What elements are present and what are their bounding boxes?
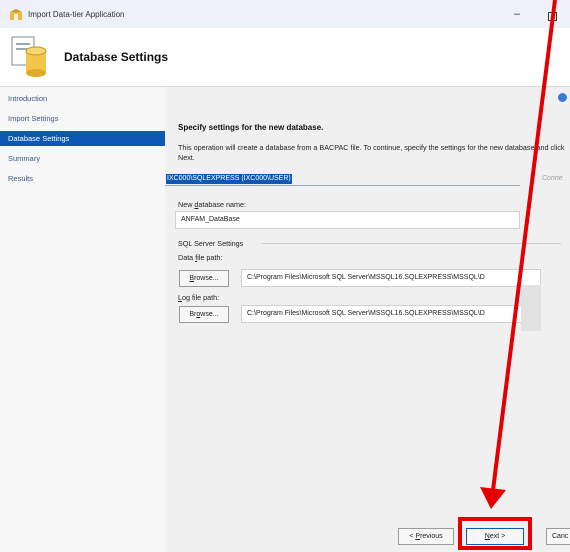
sidebar-item-results[interactable]: Results xyxy=(0,171,165,186)
log-file-path-input[interactable]: C:\Program Files\Microsoft SQL Server\MS… xyxy=(241,305,541,323)
data-file-path-input[interactable]: C:\Program Files\Microsoft SQL Server\MS… xyxy=(241,269,541,287)
window-title: Import Data-tier Application xyxy=(28,10,125,19)
connect-link[interactable]: Conne xyxy=(542,175,563,182)
browse-log-button[interactable]: Browse... xyxy=(179,306,229,323)
maximize-button[interactable] xyxy=(548,12,557,21)
sidebar-item-summary[interactable]: Summary xyxy=(0,151,165,166)
server-connection-field[interactable]: IXC000\SQLEXPRESS (IXC000\USER) xyxy=(165,173,520,186)
log-file-path-label: Log file path: xyxy=(178,293,220,302)
sidebar-item-import-settings[interactable]: Import Settings xyxy=(0,111,165,126)
group-divider xyxy=(261,243,561,244)
app-icon xyxy=(10,9,22,20)
title-bar: Import Data-tier Application – xyxy=(0,0,570,28)
main-content: Specify settings for the new database. T… xyxy=(165,87,570,552)
page-title: Database Settings xyxy=(64,50,169,64)
section-heading: Specify settings for the new database. xyxy=(178,123,324,132)
database-name-label: New database name: xyxy=(178,200,246,209)
minimize-button[interactable]: – xyxy=(514,8,520,20)
sidebar-item-database-settings[interactable]: Database Settings xyxy=(0,131,165,146)
sidebar-item-introduction[interactable]: Introduction xyxy=(0,91,165,106)
cancel-button[interactable]: Canc xyxy=(546,528,570,545)
wizard-steps-sidebar: Introduction Import Settings Database Se… xyxy=(0,87,165,552)
data-file-path-label: Data file path: xyxy=(178,253,223,262)
scroll-region xyxy=(521,285,541,331)
server-connection-value: IXC000\SQLEXPRESS (IXC000\USER) xyxy=(166,174,292,184)
browse-data-button[interactable]: Browse... xyxy=(179,270,229,287)
database-settings-icon xyxy=(11,36,47,77)
description-text: This operation will create a database fr… xyxy=(178,143,565,162)
database-name-input[interactable]: ANFAM_DataBase xyxy=(175,211,520,229)
next-button-highlight xyxy=(458,517,532,550)
previous-button[interactable]: < Previous xyxy=(398,528,454,545)
page-header: Database Settings xyxy=(0,28,570,87)
sql-server-settings-group-label: SQL Server Settings xyxy=(178,239,244,248)
